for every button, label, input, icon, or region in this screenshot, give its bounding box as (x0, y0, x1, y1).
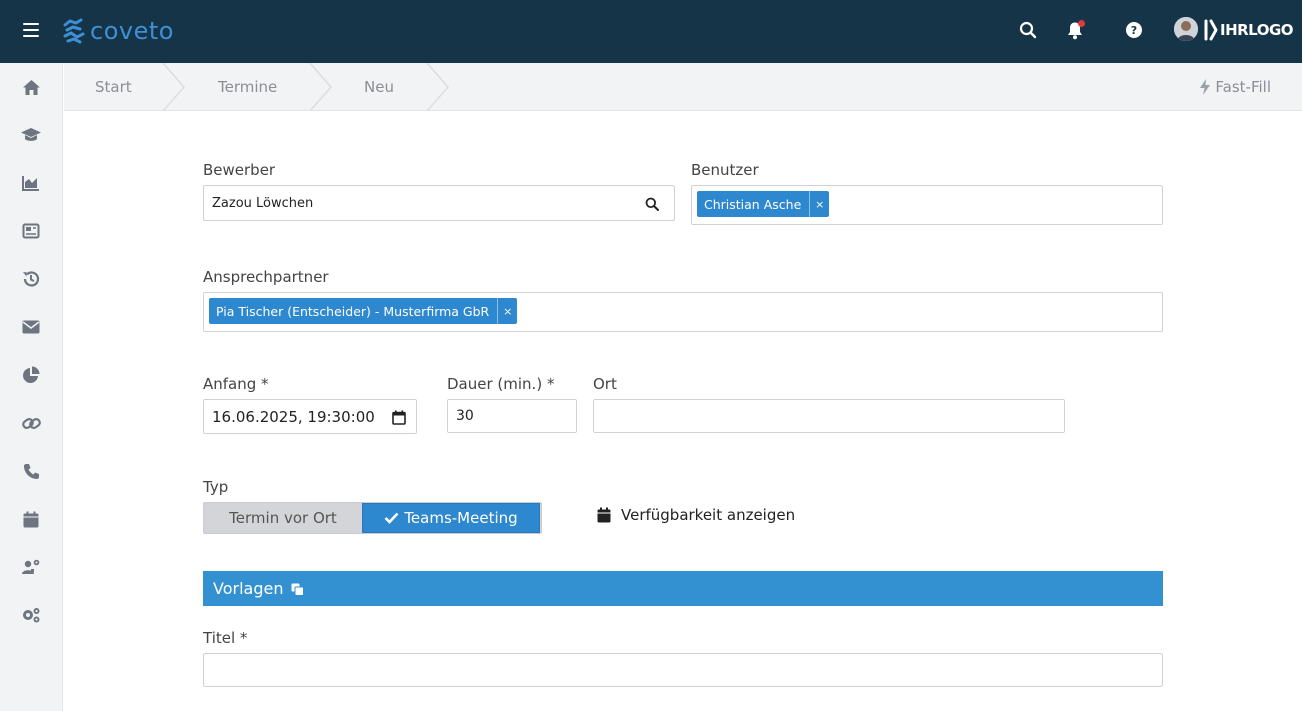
envelope-icon[interactable] (21, 317, 41, 337)
phone-icon[interactable] (21, 461, 41, 481)
logo-mark-icon (1204, 19, 1218, 41)
typ-option-label: Teams-Meeting (404, 509, 518, 527)
anfang-value: 16.06.2025, 19:30:00 (212, 407, 375, 426)
ort-input[interactable] (593, 399, 1065, 433)
breadcrumb-neu: Neu (364, 78, 394, 96)
breadcrumb-separator-icon (309, 63, 332, 111)
newspaper-icon[interactable] (21, 221, 41, 241)
dauer-label: Dauer (min.) * (447, 375, 555, 393)
ansprechpartner-tag: Pia Tischer (Entscheider) - Musterfirma … (209, 298, 518, 324)
calendar-icon[interactable] (21, 509, 41, 529)
bewerber-label: Bewerber (203, 161, 276, 179)
breadcrumb-separator-icon (426, 63, 449, 111)
benutzer-tag: Christian Asche × (697, 191, 830, 217)
anfang-datetime-input[interactable]: 16.06.2025, 19:30:00 (203, 399, 417, 434)
sidebar (0, 63, 63, 711)
ansprechpartner-tag-label: Pia Tischer (Entscheider) - Musterfirma … (216, 303, 490, 319)
bolt-icon (1200, 79, 1211, 95)
cogs-icon[interactable] (21, 605, 41, 625)
notification-badge (1078, 20, 1085, 27)
breadcrumb-separator-icon (162, 63, 185, 111)
svg-text:?: ? (1131, 24, 1137, 37)
search-icon[interactable] (1017, 19, 1039, 41)
breadcrumb-termine[interactable]: Termine (218, 63, 277, 111)
avatar[interactable] (1174, 17, 1198, 41)
customer-logo: IHRLOGO (1204, 18, 1294, 42)
fast-fill-label: Fast-Fill (1215, 78, 1271, 96)
fast-fill-button[interactable]: Fast-Fill (1199, 63, 1271, 111)
vorlagen-section-header[interactable]: Vorlagen (203, 571, 1163, 606)
search-icon[interactable] (645, 197, 659, 211)
help-icon[interactable]: ? (1123, 19, 1145, 41)
bewerber-value: Zazou Löwchen (212, 195, 314, 211)
ansprechpartner-label: Ansprechpartner (203, 268, 329, 286)
logo-text: IHRLOGO (1220, 21, 1294, 39)
availability-button[interactable]: Verfügbarkeit anzeigen (597, 504, 795, 526)
titel-input[interactable] (203, 653, 1163, 687)
history-icon[interactable] (21, 269, 41, 289)
benutzer-label: Benutzer (691, 161, 759, 179)
top-navigation-bar: coveto ? IHRLOGO (0, 0, 1302, 63)
remove-tag-button[interactable]: × (809, 191, 829, 217)
typ-label: Typ (203, 478, 229, 496)
check-icon (384, 512, 399, 524)
brand-name: coveto (90, 17, 174, 45)
home-icon[interactable] (21, 77, 41, 97)
link-icon[interactable] (21, 413, 41, 433)
area-chart-icon[interactable] (21, 173, 41, 193)
calendar-icon[interactable] (392, 410, 406, 425)
typ-option-label: Termin vor Ort (229, 509, 337, 527)
breadcrumb-start[interactable]: Start (95, 63, 132, 111)
benutzer-tag-label: Christian Asche (704, 196, 802, 212)
breadcrumb: Start Termine Neu Fast-Fill (64, 63, 1302, 111)
bewerber-input[interactable]: Zazou Löwchen (203, 185, 675, 221)
typ-option-termin-vor-ort[interactable]: Termin vor Ort (204, 503, 362, 533)
copy-icon (291, 583, 305, 596)
brand-logo[interactable]: coveto (62, 15, 174, 47)
calendar-icon (597, 507, 611, 523)
graduation-cap-icon[interactable] (21, 125, 41, 145)
typ-option-teams-meeting[interactable]: Teams-Meeting (362, 503, 540, 533)
anfang-label: Anfang * (203, 375, 269, 393)
dauer-input[interactable]: 30 (447, 399, 577, 433)
vorlagen-title: Vorlagen (213, 579, 284, 598)
bell-icon[interactable] (1064, 19, 1086, 41)
typ-toggle: Termin vor Ort Teams-Meeting (203, 502, 542, 534)
dauer-value: 30 (456, 408, 474, 424)
menu-icon[interactable] (23, 23, 39, 37)
coveto-logo-icon (63, 18, 85, 44)
user-cog-icon[interactable] (21, 557, 41, 577)
pie-chart-icon[interactable] (21, 365, 41, 385)
remove-tag-button[interactable]: × (497, 298, 517, 324)
availability-label: Verfügbarkeit anzeigen (621, 506, 796, 524)
titel-label: Titel * (203, 629, 248, 647)
ort-label: Ort (593, 375, 617, 393)
